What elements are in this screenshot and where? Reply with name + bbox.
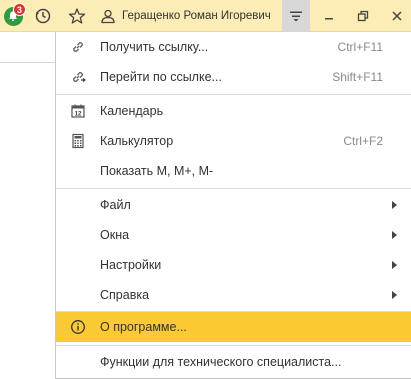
menu-item-calculator[interactable]: Калькулятор Ctrl+F2 xyxy=(56,126,411,156)
menu-item-shortcut: Ctrl+F11 xyxy=(337,40,383,54)
goto-link-icon xyxy=(68,62,88,92)
minimize-icon xyxy=(325,18,333,20)
menu-separator xyxy=(56,94,411,95)
menu-item-label: Настройки xyxy=(100,258,162,272)
menu-item-get-link[interactable]: Получить ссылку... Ctrl+F11 xyxy=(56,32,411,62)
notifications-button[interactable]: 3 xyxy=(2,0,26,32)
menu-item-label: Показать М, М+, М- xyxy=(100,164,214,178)
notification-count-badge: 3 xyxy=(13,3,26,16)
restore-button[interactable] xyxy=(352,0,374,32)
link-icon xyxy=(68,32,88,62)
user-button[interactable]: Геращенко Роман Игоревич xyxy=(100,0,280,32)
menu-item-label: Калькулятор xyxy=(100,134,174,148)
submenu-arrow-icon xyxy=(392,201,397,209)
user-icon xyxy=(101,9,115,24)
submenu-arrow-icon xyxy=(392,261,397,269)
star-icon xyxy=(68,8,86,24)
menu-item-label: Справка xyxy=(100,288,150,302)
main-menu-dropdown: Получить ссылку... Ctrl+F11 Перейти по с… xyxy=(55,32,411,379)
close-button[interactable] xyxy=(386,0,408,32)
favorites-button[interactable] xyxy=(66,0,88,32)
title-bar: 3 Геращенко Роман Игоревич xyxy=(0,0,411,32)
menu-item-label: Календарь xyxy=(100,104,164,118)
menu-icon xyxy=(290,11,302,22)
menu-item-file[interactable]: Файл xyxy=(56,190,411,220)
submenu-arrow-icon xyxy=(392,231,397,239)
history-button[interactable] xyxy=(32,0,54,32)
menu-item-label: Перейти по ссылке... xyxy=(100,70,222,84)
menu-item-label: Окна xyxy=(100,228,130,242)
minimize-button[interactable] xyxy=(318,0,340,32)
menu-item-show-memory[interactable]: Показать М, М+, М- xyxy=(56,156,411,186)
calendar-day: 12 xyxy=(75,112,82,118)
menu-separator xyxy=(56,188,411,189)
restore-icon xyxy=(357,10,369,22)
close-icon xyxy=(392,11,402,21)
menu-item-about[interactable]: О программе... xyxy=(56,312,411,342)
info-icon xyxy=(68,312,88,342)
history-icon xyxy=(35,8,51,24)
menu-item-goto-link[interactable]: Перейти по ссылке... Shift+F11 xyxy=(56,62,411,92)
menu-item-shortcut: Ctrl+F2 xyxy=(343,134,383,148)
main-menu-button[interactable] xyxy=(282,0,310,32)
menu-item-shortcut: Shift+F11 xyxy=(332,70,383,84)
user-name: Геращенко Роман Игоревич xyxy=(122,10,271,22)
panel-divider xyxy=(0,62,55,63)
menu-item-calendar[interactable]: 12 Календарь xyxy=(56,96,411,126)
menu-item-label: О программе... xyxy=(100,320,187,334)
menu-item-label: Функции для технического специалиста... xyxy=(100,355,342,369)
menu-item-settings[interactable]: Настройки xyxy=(56,250,411,280)
main-window-area xyxy=(0,33,55,379)
menu-item-label: Файл xyxy=(100,198,131,212)
menu-item-windows[interactable]: Окна xyxy=(56,220,411,250)
submenu-arrow-icon xyxy=(392,291,397,299)
menu-item-tech-functions[interactable]: Функции для технического специалиста... xyxy=(56,347,411,377)
calendar-icon: 12 xyxy=(68,96,88,126)
menu-separator xyxy=(56,345,411,346)
menu-item-help[interactable]: Справка xyxy=(56,280,411,310)
calculator-icon xyxy=(68,126,88,156)
menu-item-label: Получить ссылку... xyxy=(100,40,209,54)
